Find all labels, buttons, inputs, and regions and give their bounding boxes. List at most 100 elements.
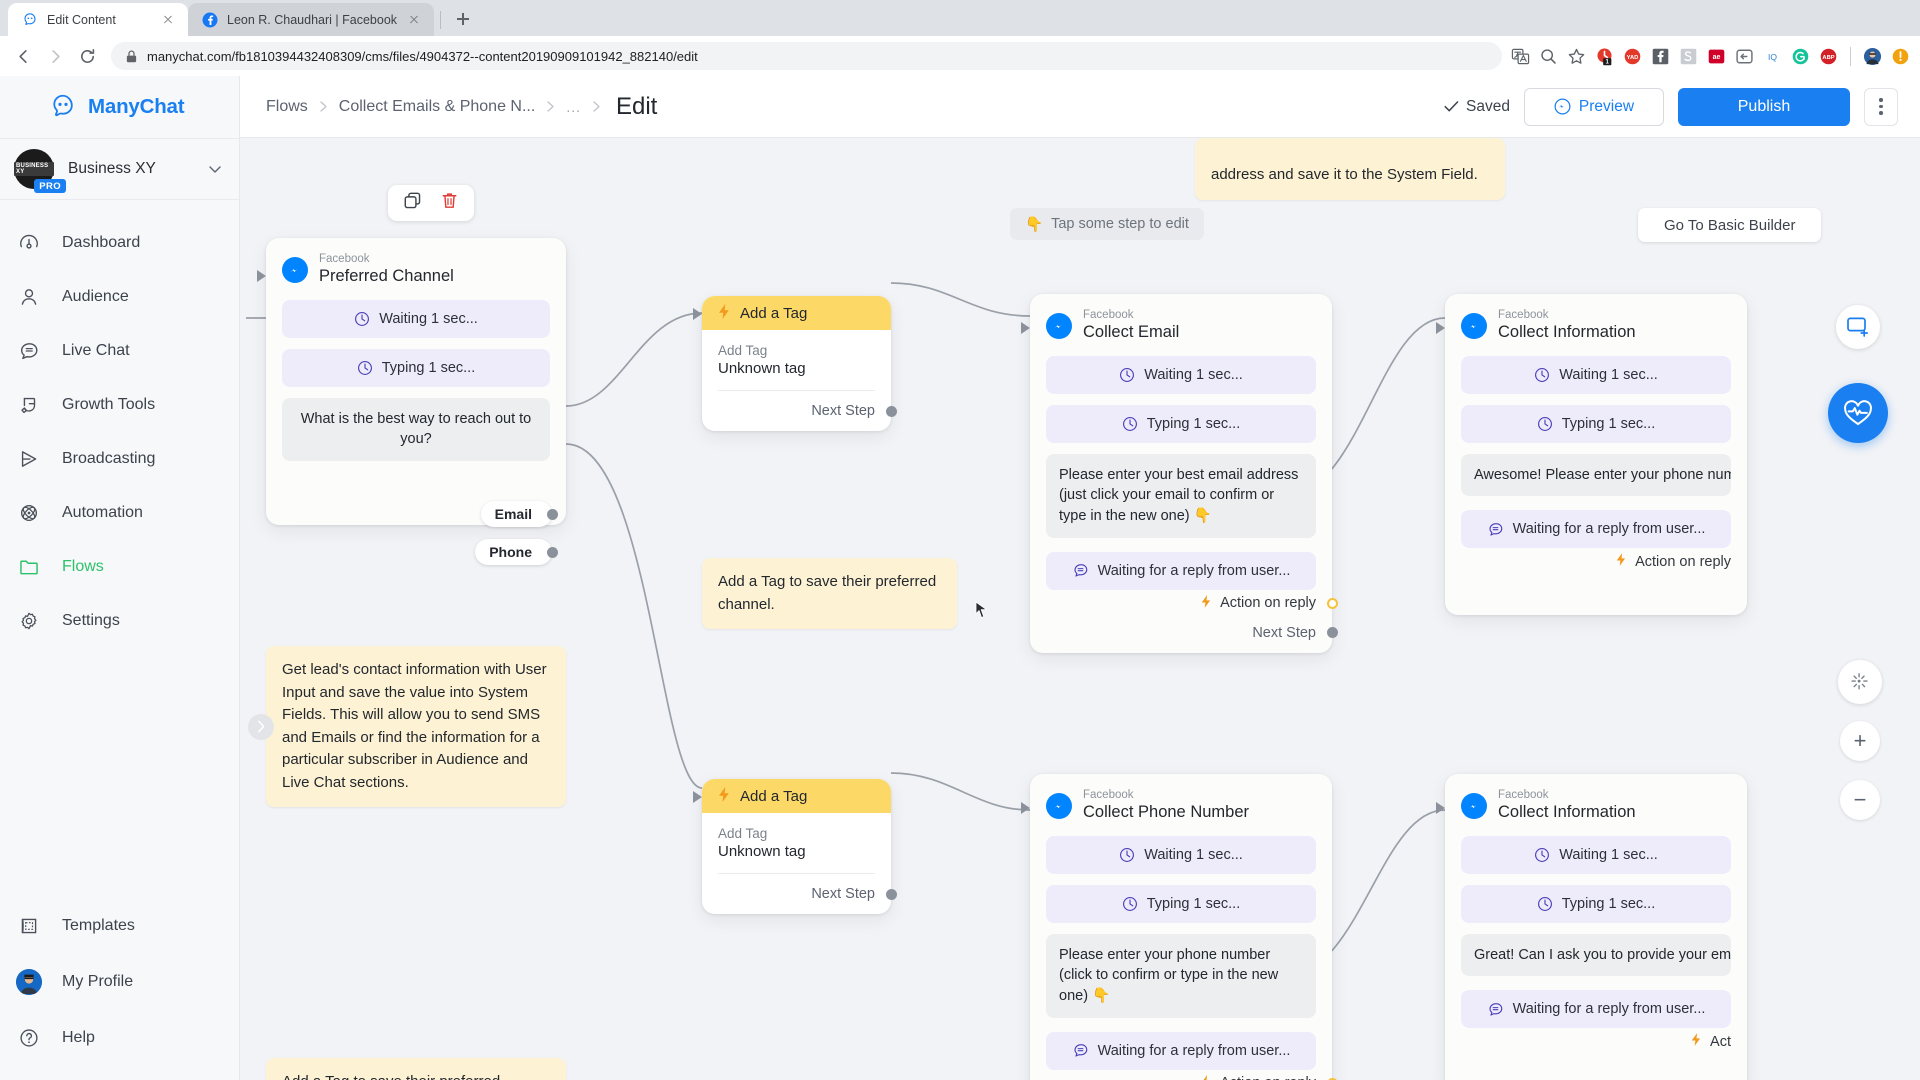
go-to-basic-builder-button[interactable]: Go To Basic Builder: [1638, 208, 1822, 242]
action-output-port[interactable]: [1326, 597, 1338, 609]
lightning-icon: [1615, 552, 1627, 571]
step-waiting[interactable]: Waiting 1 sec...: [1046, 355, 1316, 394]
browser-tab-edit-content[interactable]: Edit Content: [8, 3, 188, 36]
message-bubble[interactable]: Awesome! Please enter your phone number …: [1461, 453, 1731, 497]
node-collect-phone-number[interactable]: Facebook Collect Phone Number Waiting 1 …: [1021, 774, 1338, 1080]
yad-icon[interactable]: YAD: [1623, 47, 1642, 66]
step-waiting-reply[interactable]: Waiting for a reply from user...: [1461, 990, 1731, 1029]
close-icon[interactable]: [406, 12, 422, 28]
magic-wand-button[interactable]: [1838, 660, 1882, 704]
action-on-reply-row[interactable]: Action on reply: [1046, 594, 1338, 613]
node-preferred-channel[interactable]: Facebook Preferred Channel Waiting 1 sec…: [257, 238, 566, 565]
address-bar[interactable]: manychat.com/fb1810394432408309/cms/file…: [111, 42, 1502, 70]
zoom-out-button[interactable]: −: [1840, 780, 1880, 820]
step-waiting[interactable]: Waiting 1 sec...: [282, 299, 550, 338]
output-port[interactable]: [546, 508, 558, 520]
reload-icon[interactable]: [72, 41, 102, 71]
output-port[interactable]: [885, 405, 897, 417]
message-bubble[interactable]: What is the best way to reach out to you…: [282, 397, 550, 461]
next-step-row[interactable]: Next Step: [1046, 625, 1338, 641]
quick-reply-phone[interactable]: Phone: [475, 539, 558, 565]
output-port[interactable]: [1326, 627, 1338, 639]
sidebar-item-flows[interactable]: Flows: [0, 540, 239, 594]
field-value[interactable]: Unknown tag: [718, 360, 875, 377]
sidebar-item-templates[interactable]: Templates: [0, 898, 239, 954]
facebook-pixel-icon[interactable]: [1651, 47, 1670, 66]
sidebar-item-dashboard[interactable]: Dashboard: [0, 216, 239, 270]
profile-avatar[interactable]: [1863, 47, 1882, 66]
message-bubble[interactable]: Great! Can I ask you to provide your ema…: [1461, 933, 1731, 977]
field-value[interactable]: Unknown tag: [718, 843, 875, 860]
node-collect-information-bottom[interactable]: Facebook Collect Information Waiting 1 s…: [1436, 774, 1747, 1080]
step-waiting-reply[interactable]: Waiting for a reply from user...: [1046, 551, 1316, 590]
breadcrumb-ellipsis[interactable]: ...: [566, 99, 581, 115]
browser-tab-facebook[interactable]: Leon R. Chaudhari | Facebook: [188, 3, 435, 36]
sidebar-item-settings[interactable]: Settings: [0, 594, 239, 648]
sidebar-item-my-profile[interactable]: My Profile: [0, 954, 239, 1010]
quick-reply-email[interactable]: Email: [480, 501, 558, 527]
chevron-down-icon[interactable]: [209, 165, 221, 173]
more-vertical-icon[interactable]: [1864, 87, 1898, 126]
step-typing[interactable]: Typing 1 sec...: [282, 348, 550, 387]
sidebar-item-broadcasting[interactable]: Broadcasting: [0, 432, 239, 486]
sidebar-item-audience[interactable]: Audience: [0, 270, 239, 324]
grammarly-icon[interactable]: [1791, 47, 1810, 66]
sidebar-item-help[interactable]: Help: [0, 1010, 239, 1066]
action-on-reply-row[interactable]: Action on reply: [1046, 1074, 1338, 1080]
message-bubble[interactable]: Please enter your best email address (ju…: [1046, 453, 1316, 538]
flow-canvas[interactable]: 👇 Tap some step to edit address and save…: [240, 138, 1920, 1080]
note-top-right[interactable]: address and save it to the System Field.: [1195, 138, 1505, 200]
step-typing[interactable]: Typing 1 sec...: [1461, 404, 1731, 443]
adobe-ae-icon[interactable]: ae: [1707, 47, 1726, 66]
step-waiting[interactable]: Waiting 1 sec...: [1461, 835, 1731, 874]
preview-button[interactable]: Preview: [1524, 87, 1664, 126]
node-collect-email[interactable]: Facebook Collect Email Waiting 1 sec... …: [1021, 294, 1338, 653]
node-add-tag-bottom[interactable]: Add a Tag Add Tag Unknown tag Next Step: [693, 779, 897, 914]
update-icon[interactable]: [1891, 47, 1910, 66]
action-on-reply-row[interactable]: Action on reply: [1461, 552, 1731, 571]
search-icon[interactable]: [1539, 47, 1558, 66]
breadcrumb-flows[interactable]: Flows: [266, 98, 308, 116]
step-waiting[interactable]: Waiting 1 sec...: [1046, 835, 1316, 874]
close-icon[interactable]: [160, 12, 176, 28]
zoom-in-button[interactable]: +: [1840, 721, 1880, 761]
node-add-tag-top[interactable]: Add a Tag Add Tag Unknown tag Next Step: [693, 296, 897, 431]
pocket-icon[interactable]: [1735, 47, 1754, 66]
breadcrumb-flow-name[interactable]: Collect Emails & Phone N...: [339, 98, 536, 116]
adblock-plus-icon[interactable]: ABP: [1819, 47, 1838, 66]
sidebar-item-live-chat[interactable]: Live Chat: [0, 324, 239, 378]
translate-icon[interactable]: [1511, 47, 1530, 66]
iq-icon[interactable]: IQ: [1763, 47, 1782, 66]
duplicate-icon[interactable]: [403, 191, 422, 215]
brand-logo[interactable]: ManyChat: [0, 76, 239, 138]
back-icon[interactable]: [8, 41, 38, 71]
publish-button[interactable]: Publish: [1678, 87, 1850, 126]
sidebar-item-automation[interactable]: Automation: [0, 486, 239, 540]
step-waiting-reply[interactable]: Waiting for a reply from user...: [1461, 510, 1731, 549]
step-waiting-reply[interactable]: Waiting for a reply from user...: [1046, 1031, 1316, 1070]
sidebar-item-growth-tools[interactable]: Growth Tools: [0, 378, 239, 432]
clock-icon: [1535, 367, 1550, 382]
account-switcher[interactable]: BUSINESS XY PRO Business XY: [0, 138, 239, 200]
grammarly-s-icon[interactable]: [1679, 47, 1698, 66]
heartbeat-fab[interactable]: [1828, 383, 1888, 443]
action-on-reply-row[interactable]: Act: [1461, 1032, 1731, 1051]
note-lead-info[interactable]: Get lead's contact information with User…: [248, 646, 566, 807]
step-typing[interactable]: Typing 1 sec...: [1046, 404, 1316, 443]
trash-icon[interactable]: [440, 191, 459, 215]
clockify-icon[interactable]: 1: [1595, 47, 1614, 66]
step-typing[interactable]: Typing 1 sec...: [1046, 884, 1316, 923]
step-waiting[interactable]: Waiting 1 sec...: [1461, 355, 1731, 394]
forward-icon[interactable]: [40, 41, 70, 71]
note-collapse-handle[interactable]: [248, 713, 274, 740]
note-tag-top[interactable]: Add a Tag to save their preferred channe…: [702, 558, 957, 629]
new-tab-button[interactable]: [449, 5, 477, 33]
note-tag-bottom[interactable]: Add a Tag to save their preferred: [266, 1058, 566, 1080]
step-typing[interactable]: Typing 1 sec...: [1461, 884, 1731, 923]
node-collect-information-top[interactable]: Facebook Collect Information Waiting 1 s…: [1436, 294, 1747, 616]
output-port[interactable]: [885, 888, 897, 900]
bookmark-star-icon[interactable]: [1567, 47, 1586, 66]
add-card-button[interactable]: [1836, 305, 1880, 349]
output-port[interactable]: [546, 546, 558, 558]
message-bubble[interactable]: Please enter your phone number (click to…: [1046, 933, 1316, 1018]
